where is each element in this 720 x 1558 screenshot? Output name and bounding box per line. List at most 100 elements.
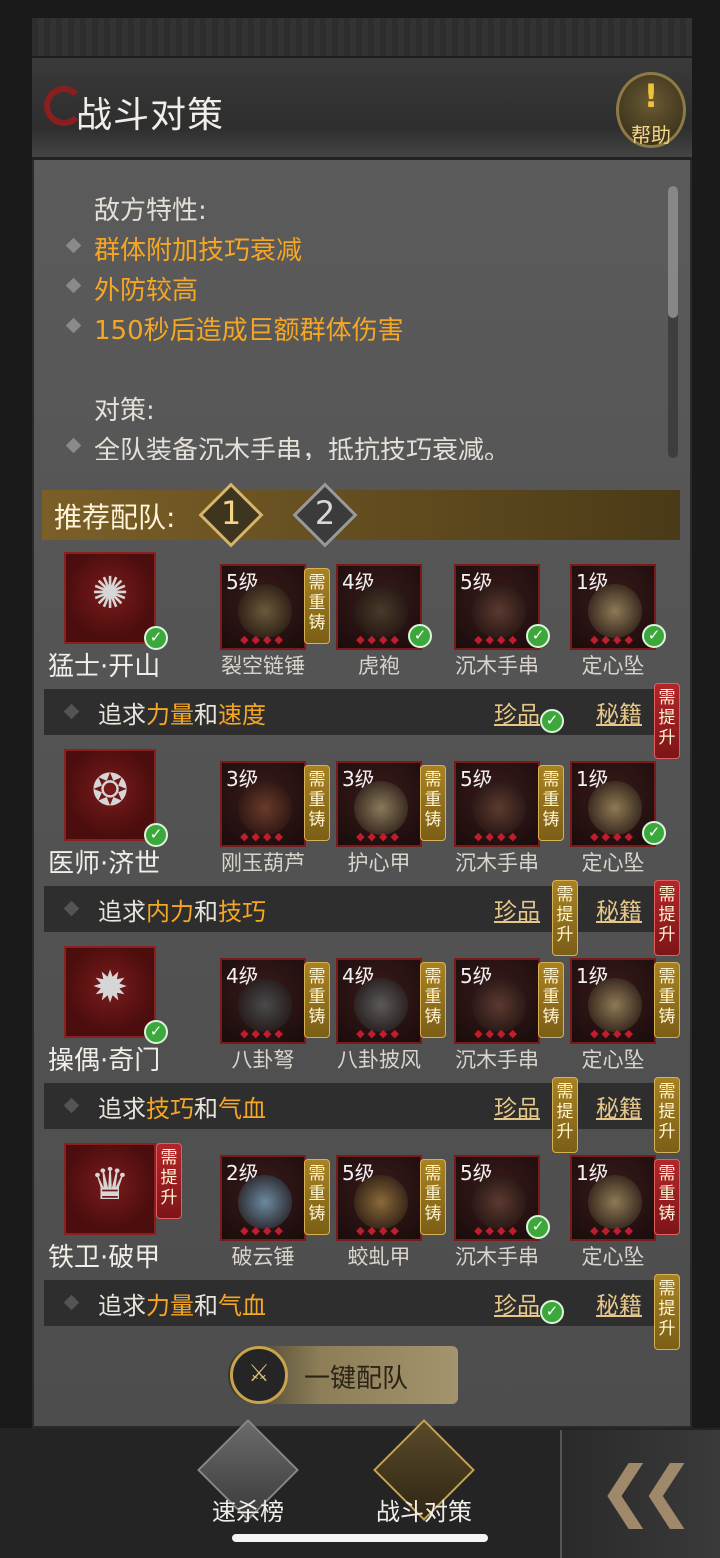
equipment-slot[interactable]: 5级 ◆◆◆◆ [454, 958, 540, 1044]
manual-link[interactable]: 秘籍 [596, 1089, 642, 1123]
equipment-name: 刚玉葫芦 [221, 851, 305, 875]
pursuit-text: 追求内力和技巧 [98, 892, 266, 927]
pursuit-prefix: 追求 [98, 1095, 146, 1123]
check-icon: ✓ [642, 821, 666, 845]
equipment-name: 裂空链锤 [221, 654, 305, 678]
pursuit-stat2: 气血 [218, 1095, 266, 1123]
hero-portrait[interactable]: ❂ [64, 749, 156, 841]
nav-speed-kill[interactable]: 速杀榜 [178, 1419, 318, 1548]
pursuit-text: 追求技巧和气血 [98, 1089, 266, 1124]
nav-label: 速杀榜 [212, 1498, 284, 1526]
pursuit-stat2: 气血 [218, 1292, 266, 1320]
status-tag: 需重铸 [420, 765, 446, 841]
help-button[interactable]: ! 帮助 [616, 72, 686, 148]
equipment-slot[interactable]: 5级 ◆◆◆◆ [220, 564, 306, 650]
equipment-slot[interactable]: 3级 ◆◆◆◆ [220, 761, 306, 847]
pursuit-stat1: 内力 [146, 898, 194, 926]
status-tag: 需提升 [654, 683, 680, 759]
gem-slots-icon: ◆◆◆◆ [240, 830, 286, 843]
back-button[interactable]: ❮❮ [560, 1430, 720, 1558]
treasure-link[interactable]: 珍品 [494, 695, 540, 729]
treasure-link[interactable]: 珍品 [494, 1286, 540, 1320]
equipment-name: 定心坠 [581, 851, 645, 875]
hero-portrait[interactable]: ✹ [64, 946, 156, 1038]
equipment-art [472, 1175, 526, 1229]
description-scrollbar[interactable] [668, 186, 678, 458]
hero-name: 操偶·奇门 [48, 1046, 161, 1076]
equipment-art [472, 584, 526, 638]
nav-battle-strategy[interactable]: 战斗对策 [354, 1419, 494, 1548]
bullet-icon [63, 1097, 80, 1114]
treasure-link[interactable]: 珍品 [494, 892, 540, 926]
pursuit-joiner: 和 [194, 1095, 218, 1123]
home-indicator[interactable] [232, 1534, 488, 1542]
pursuit-bar: 追求内力和技巧 珍品 秘籍 [44, 886, 680, 932]
equipment-slot[interactable]: 2级 ◆◆◆◆ [220, 1155, 306, 1241]
gem-slots-icon: ◆◆◆◆ [356, 1027, 402, 1040]
pursuit-text: 追求力量和气血 [98, 1286, 266, 1321]
treasure-link[interactable]: 珍品 [494, 1089, 540, 1123]
pursuit-prefix: 追求 [98, 701, 146, 729]
status-tag: 需重铸 [304, 765, 330, 841]
manual-link[interactable]: 秘籍 [596, 1286, 642, 1320]
team-tab-1[interactable]: 1 [198, 482, 264, 548]
equipment-slot[interactable]: 5级 ◆◆◆◆ [454, 761, 540, 847]
equipment-name: 护心甲 [347, 851, 411, 875]
equipment-slot[interactable]: 4级 ◆◆◆◆ [220, 958, 306, 1044]
equipment-art [238, 978, 292, 1032]
hero-portrait[interactable]: ✺ [64, 552, 156, 644]
team-tab-2[interactable]: 2 [292, 482, 358, 548]
equipment-name: 八卦披风 [337, 1048, 421, 1072]
gem-slots-icon: ◆◆◆◆ [240, 1027, 286, 1040]
equipment-name: 定心坠 [581, 1245, 645, 1269]
hero-name: 铁卫·破甲 [48, 1243, 161, 1273]
hero-emblem-icon: ❂ [91, 765, 129, 816]
pursuit-text: 追求力量和速度 [98, 695, 266, 730]
equipment-art [238, 781, 292, 835]
status-tag: 需重铸 [420, 962, 446, 1038]
equipment-slot[interactable]: 3级 ◆◆◆◆ [336, 761, 422, 847]
pursuit-stat2: 速度 [218, 701, 266, 729]
pursuit-bar: 追求技巧和气血 珍品 秘籍 [44, 1083, 680, 1129]
pursuit-stat2: 技巧 [218, 898, 266, 926]
equipment-name: 沉木手串 [455, 851, 539, 875]
equipment-name: 沉木手串 [455, 654, 539, 678]
equipment-name: 破云锤 [231, 1245, 295, 1269]
gem-slots-icon: ◆◆◆◆ [474, 1027, 520, 1040]
pursuit-bar: 追求力量和气血 珍品 秘籍 [44, 1280, 680, 1326]
status-tag: 需提升 [654, 1077, 680, 1153]
recommend-label: 推荐配队: [54, 501, 176, 534]
status-tag: 需重铸 [538, 765, 564, 841]
manual-link[interactable]: 秘籍 [596, 695, 642, 729]
equipment-slot[interactable]: 1级 ◆◆◆◆ [570, 958, 656, 1044]
gem-slots-icon: ◆◆◆◆ [356, 830, 402, 843]
status-tag: 需重铸 [538, 962, 564, 1038]
gem-slots-icon: ◆◆◆◆ [474, 830, 520, 843]
scrollbar-thumb[interactable] [668, 186, 678, 318]
gem-slots-icon: ◆◆◆◆ [590, 1027, 636, 1040]
equipment-art [588, 781, 642, 835]
equipment-art [588, 584, 642, 638]
bullet-icon [65, 237, 82, 254]
pursuit-stat1: 技巧 [146, 1095, 194, 1123]
hero-portrait[interactable]: ♛ [64, 1143, 156, 1235]
check-icon: ✓ [540, 709, 564, 733]
nav-label: 战斗对策 [376, 1498, 472, 1526]
hero-name: 猛士·开山 [48, 652, 161, 682]
strategy-line: 全队装备沉木手串，抵抗技巧衰减。 [94, 436, 511, 460]
double-chevron-left-icon: ❮❮ [598, 1452, 695, 1529]
equipment-slot[interactable]: 5级 ◆◆◆◆ [336, 1155, 422, 1241]
gem-slots-icon: ◆◆◆◆ [240, 633, 286, 646]
manual-link[interactable]: 秘籍 [596, 892, 642, 926]
pursuit-stat1: 力量 [146, 701, 194, 729]
equipment-slot[interactable]: 1级 ◆◆◆◆ [570, 1155, 656, 1241]
enemy-trait: 群体附加技巧衰减 [94, 236, 303, 266]
check-icon: ✓ [540, 1300, 564, 1324]
bullet-icon [65, 317, 82, 334]
hero-emblem-icon: ✺ [91, 568, 129, 619]
equipment-art [354, 584, 408, 638]
equipment-slot[interactable]: 4级 ◆◆◆◆ [336, 958, 422, 1044]
strategy-description[interactable]: 敌方特性: 群体附加技巧衰减 外防较高 150秒后造成巨额群体伤害 对策: 全队… [60, 180, 660, 460]
check-icon: ✓ [642, 624, 666, 648]
exclamation-icon: ! [643, 77, 659, 115]
